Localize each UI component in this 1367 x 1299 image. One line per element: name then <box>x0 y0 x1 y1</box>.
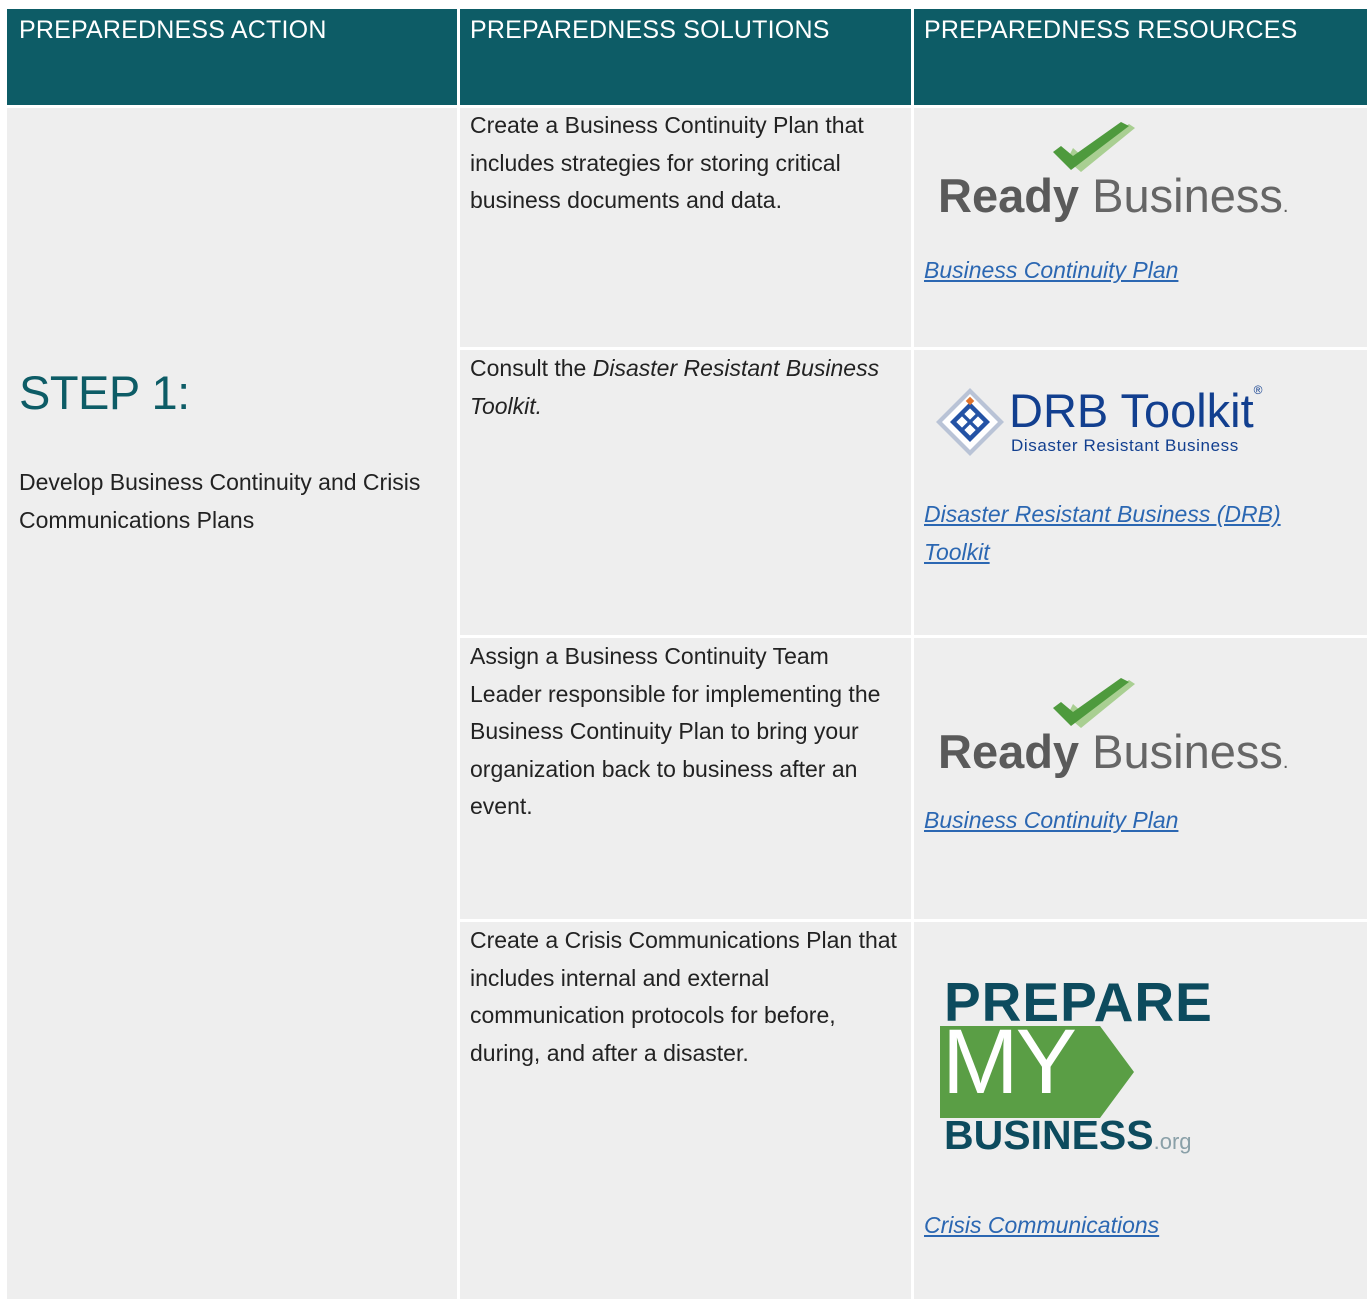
ready-business-logo-ready: Ready <box>938 725 1080 778</box>
prepare-my-business-logo-line2: MY <box>942 1011 1077 1113</box>
drb-toolkit-logo-reg: ® <box>1253 383 1263 397</box>
business-continuity-plan-link-1[interactable]: Business Continuity Plan <box>924 252 1344 290</box>
header-preparedness-solutions: PREPAREDNESS SOLUTIONS <box>460 9 911 105</box>
header-preparedness-resources: PREPAREDNESS RESOURCES <box>914 9 1367 105</box>
resource-cell-4: PREPARE MY BUSINESS.org Crisis Communica… <box>914 922 1367 1299</box>
ready-business-logo: Ready Business. <box>938 122 1288 232</box>
drb-toolkit-logo: DRB Toolkit® Disaster Resistant Business <box>934 383 1294 466</box>
solution-cell-1: Create a Business Continuity Plan that i… <box>460 108 911 347</box>
business-continuity-plan-link-2[interactable]: Business Continuity Plan <box>924 802 1344 840</box>
ready-business-logo-dot: . <box>1282 751 1289 773</box>
checkmark-icon <box>1053 678 1135 728</box>
ready-business-logo: Ready Business. <box>938 678 1288 788</box>
ready-business-logo-ready: Ready <box>938 169 1080 222</box>
ready-business-logo-business: Business <box>1092 169 1283 222</box>
diamond-icon <box>936 388 1004 456</box>
solution-cell-4: Create a Crisis Communications Plan that… <box>460 922 911 1299</box>
crisis-communications-link[interactable]: Crisis Communications <box>924 1207 1344 1245</box>
solution-cell-3: Assign a Business Continuity Team Leader… <box>460 638 911 919</box>
header-preparedness-action: PREPAREDNESS ACTION <box>7 9 457 105</box>
drb-toolkit-logo-title: DRB Toolkit <box>1009 384 1254 437</box>
ready-business-logo-dot: . <box>1282 195 1289 217</box>
preparedness-table: PREPAREDNESS ACTION PREPAREDNESS SOLUTIO… <box>7 9 1367 1299</box>
resource-cell-1: Ready Business. Business Continuity Plan <box>914 108 1367 347</box>
step-description: Develop Business Continuity and Crisis C… <box>19 469 421 533</box>
drb-toolkit-logo-subtitle: Disaster Resistant Business <box>1011 436 1239 455</box>
step-title: STEP 1: <box>19 366 190 419</box>
solution-text-2-prefix: Consult the <box>470 355 593 381</box>
solution-text-4: Create a Crisis Communications Plan that… <box>470 927 897 1066</box>
solution-cell-2: Consult the Disaster Resistant Business … <box>460 350 911 635</box>
resource-cell-2: DRB Toolkit® Disaster Resistant Business… <box>914 350 1367 635</box>
prepare-my-business-logo: PREPARE MY BUSINESS.org <box>934 970 1234 1170</box>
step-cell: STEP 1: Develop Business Continuity and … <box>7 108 457 1299</box>
solution-text-2: Consult the Disaster Resistant Business … <box>470 350 900 425</box>
solution-text-3: Assign a Business Continuity Team Leader… <box>470 643 881 819</box>
solution-text-1: Create a Business Continuity Plan that i… <box>470 112 864 213</box>
checkmark-icon <box>1053 122 1135 172</box>
prepare-my-business-logo-line3: BUSINESS <box>944 1112 1154 1158</box>
drb-toolkit-link[interactable]: Disaster Resistant Business (DRB) Toolki… <box>924 496 1344 571</box>
resource-cell-3: Ready Business. Business Continuity Plan <box>914 638 1367 919</box>
ready-business-logo-business: Business <box>1092 725 1283 778</box>
prepare-my-business-logo-tld: .org <box>1153 1129 1192 1154</box>
